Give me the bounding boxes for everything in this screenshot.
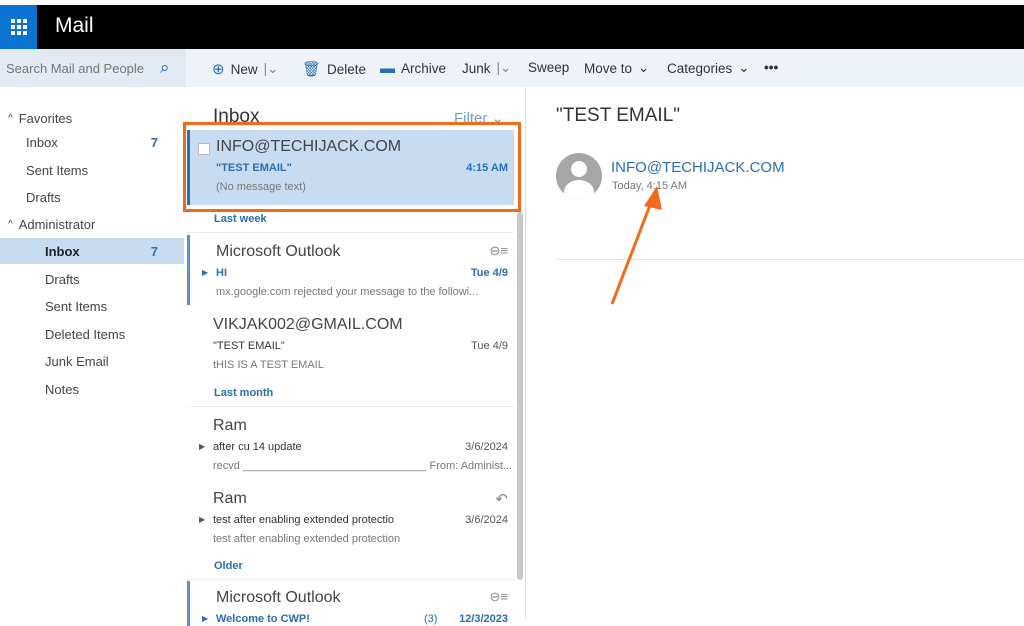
sender-link[interactable]: INFO@TECHIJACK.COM [611,159,785,176]
archive-icon: ▬ [380,60,395,77]
delete-button[interactable]: 🗑 Delete [302,60,366,78]
categories-button[interactable]: Categories ⌄ [667,60,750,76]
account-header[interactable]: ^ Administrator [0,211,184,237]
sidebar-item-fav-sent[interactable]: Sent Items [0,157,184,183]
group-header: Last month [214,387,274,399]
group-header: Last week [214,213,267,225]
waffle-icon [10,19,27,35]
app-launcher-button[interactable] [0,5,37,49]
message-item[interactable]: Microsoft Outlook ⊖≡ ▶ HI Tue 4/9 mx.goo… [187,235,514,305]
collapse-icon: ^ [8,218,13,230]
new-button[interactable]: ⊕ New |⌄ [212,60,278,78]
expand-icon[interactable]: ▶ [202,268,208,277]
subject: "TEST EMAIL" [213,340,285,352]
avatar [556,153,602,199]
forward-icon: ⊖≡ [489,589,508,604]
message-item[interactable]: VIKJAK002@GMAIL.COM "TEST EMAIL" Tue 4/9… [187,308,514,378]
subject: HI [216,267,227,279]
message-item[interactable]: Microsoft Outlook ⊖≡ ▶ Welcome to CWP! (… [187,581,514,626]
sidebar-item-inbox[interactable]: Inbox 7 [0,238,184,264]
sidebar-item-drafts[interactable]: Drafts [0,266,184,292]
app-title: Mail [55,14,94,37]
divider [187,406,514,407]
divider [187,579,514,580]
preview: mx.google.com rejected your message to t… [216,286,479,298]
group-header: Older [214,560,243,572]
sidebar-item-junk[interactable]: Junk Email [0,348,184,374]
sidebar-item-sent[interactable]: Sent Items [0,293,184,319]
highlight-box [183,122,521,212]
reply-icon: ↶ [495,491,508,508]
forward-icon: ⊖≡ [489,243,508,258]
subject: Welcome to CWP! [216,613,310,625]
chevron-down-icon: ⌄ [738,60,750,75]
preview: tHIS IS A TEST EMAIL [213,359,324,371]
date: 12/3/2023 [459,613,508,625]
sidebar-item-notes[interactable]: Notes [0,376,184,402]
message-item[interactable]: Ram ▶ after cu 14 update 3/6/2024 recvd … [187,409,514,479]
search-input[interactable] [0,49,186,87]
sender: Microsoft Outlook [216,589,341,606]
app-header [0,5,1024,49]
subject: after cu 14 update [213,441,302,453]
sender: VIKJAK002@GMAIL.COM [213,316,403,333]
reading-subject: "TEST EMAIL" [556,105,681,126]
date: Tue 4/9 [471,340,508,352]
plus-circle-icon: ⊕ [212,61,225,78]
junk-button[interactable]: Junk |⌄ [462,60,511,76]
collapse-icon: ^ [8,112,13,124]
archive-button[interactable]: ▬ Archive [380,60,446,77]
sidebar-item-fav-drafts[interactable]: Drafts [0,184,184,210]
preview: recvd ______________________________ Fro… [213,460,513,472]
sweep-button[interactable]: Sweep [528,60,569,75]
trash-icon: 🗑 [302,61,322,78]
more-button[interactable]: ••• [764,60,778,75]
favorites-header[interactable]: ^ Favorites [0,105,184,131]
date: 3/6/2024 [465,514,508,526]
annotation-arrow-icon [610,186,662,305]
move-to-button[interactable]: Move to ⌄ [584,60,649,76]
subject: test after enabling extended protectio [213,514,395,526]
expand-icon[interactable]: ▶ [199,515,205,524]
date: 3/6/2024 [465,441,508,453]
search-icon[interactable]: ⌕ [160,58,170,78]
date: Tue 4/9 [470,267,508,279]
sender: Ram [213,417,247,434]
sidebar-item-fav-inbox[interactable]: Inbox 7 [0,129,184,155]
expand-icon[interactable]: ▶ [199,442,205,451]
divider [187,232,514,233]
sender: Ram [213,490,247,507]
thread-count: (3) [424,613,438,625]
chevron-down-icon: ⌄ [638,60,650,75]
message-item[interactable]: Ram ↶ ▶ test after enabling extended pro… [187,482,514,552]
sender: Microsoft Outlook [216,243,341,260]
preview: test after enabling extended protection [213,533,401,545]
scrollbar[interactable] [517,212,523,580]
sidebar-item-deleted[interactable]: Deleted Items [0,321,184,347]
